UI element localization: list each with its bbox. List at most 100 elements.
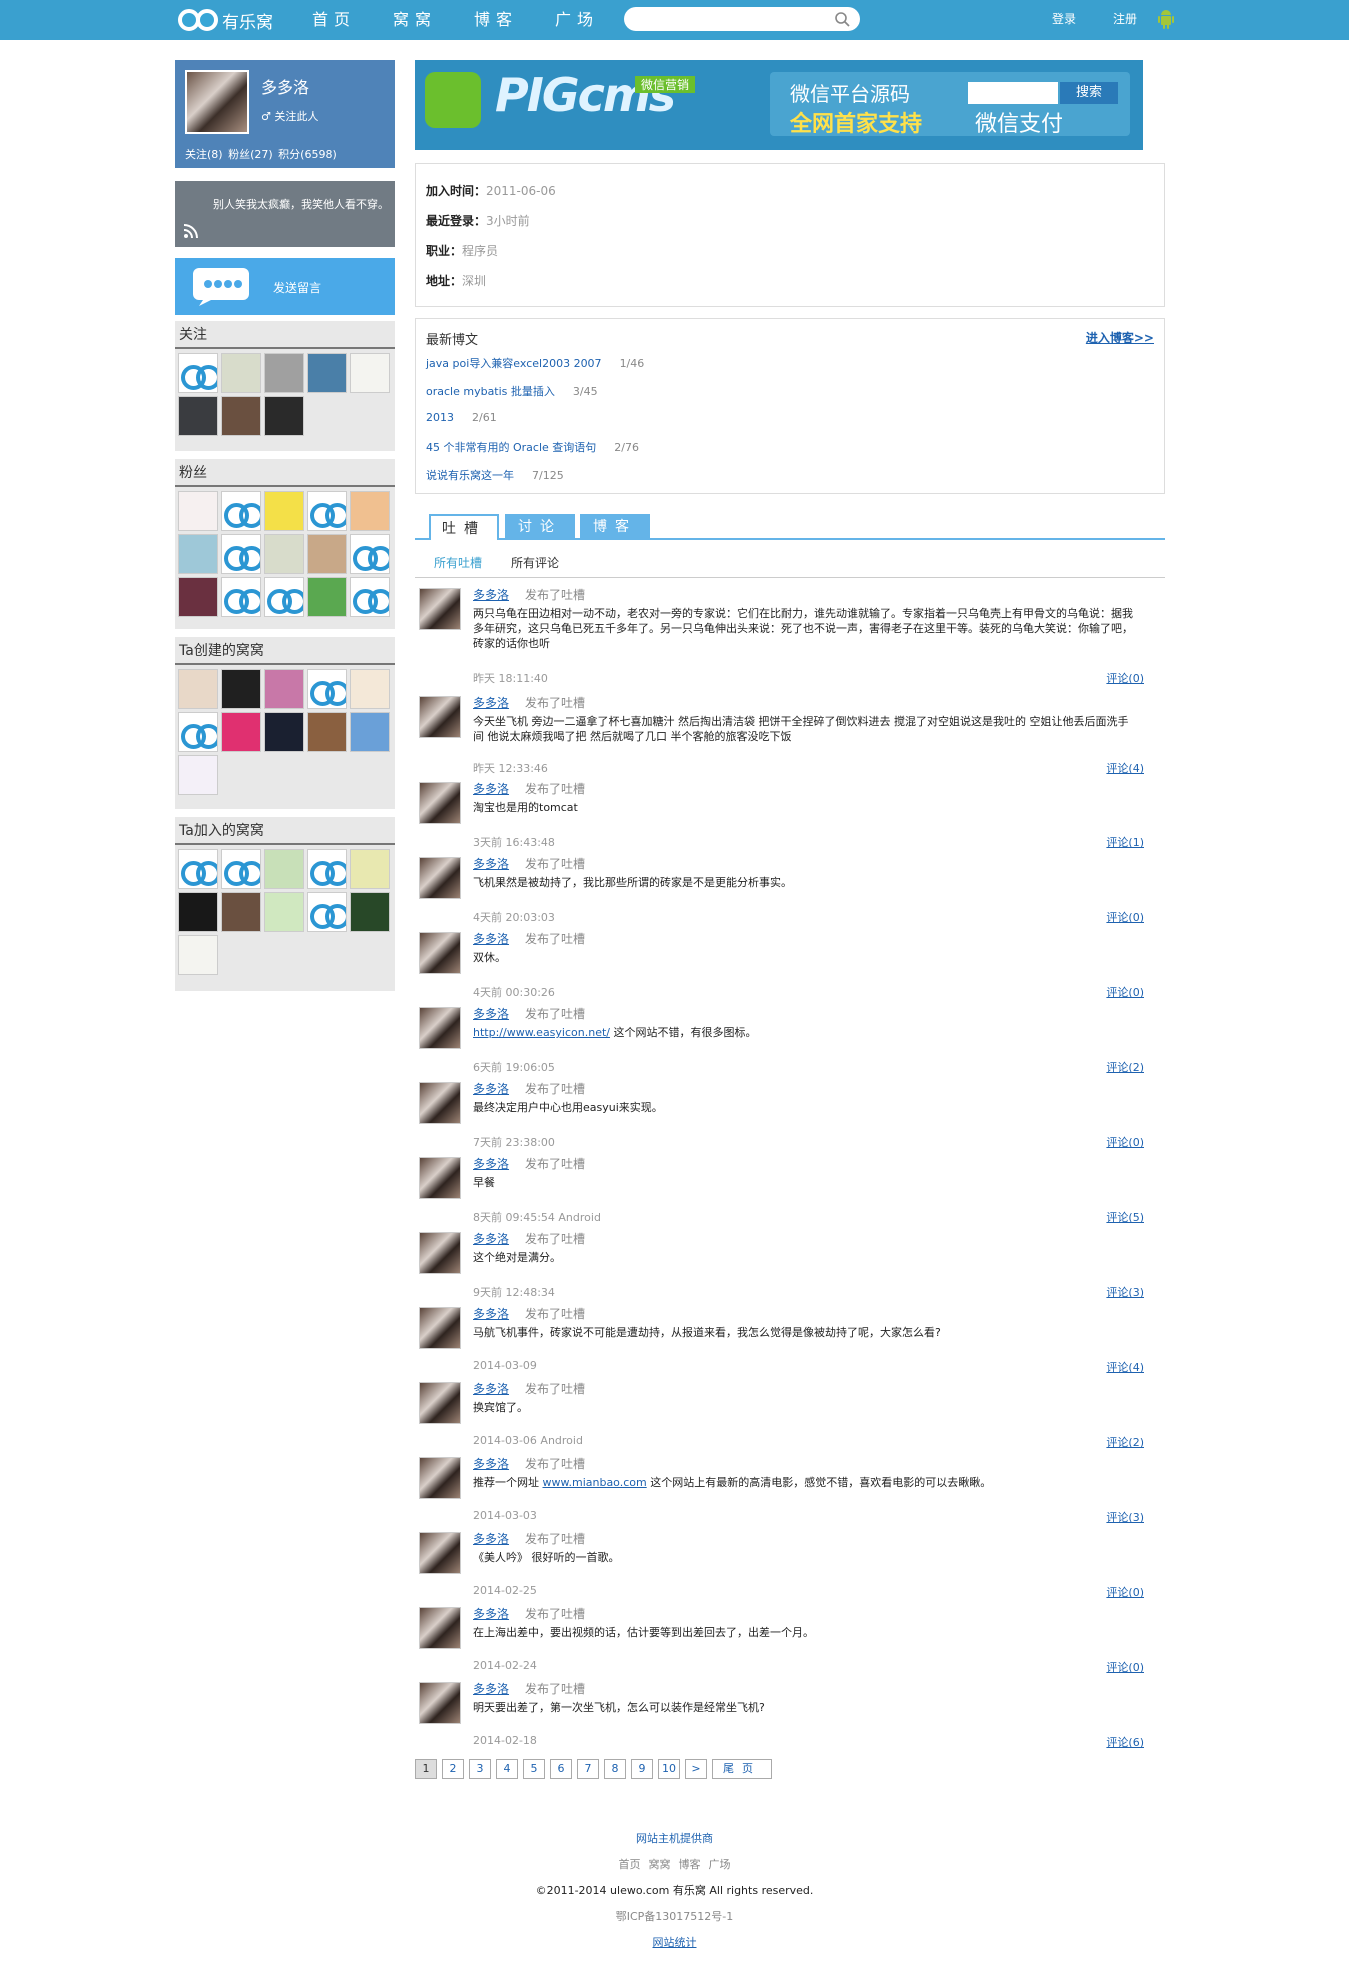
group-thumb[interactable] [221,712,261,752]
blog-post-link[interactable]: java poi导入兼容excel2003 2007 [426,357,602,370]
blog-post-link[interactable]: oracle mybatis 批量插入 [426,385,555,398]
avatar[interactable] [419,1607,461,1649]
avatar[interactable] [419,782,461,824]
search-icon[interactable] [834,11,850,27]
following-thumb[interactable] [221,396,261,436]
page-button[interactable]: 9 [631,1759,653,1779]
feed-author[interactable]: 多多洛 [473,1530,509,1547]
banner-search-button[interactable]: 搜索 [1060,82,1118,104]
banner-search-input[interactable] [968,82,1058,104]
nav-home[interactable]: 首页 [312,0,393,40]
subtab-all-tucao[interactable]: 所有吐槽 [434,554,482,571]
joined-thumb[interactable] [264,892,304,932]
comment-link[interactable]: 评论(6) [1106,1734,1144,1750]
footer-link-home[interactable]: 首页 [619,1858,641,1871]
following-thumb[interactable] [221,353,261,393]
fan-thumb[interactable] [307,491,347,531]
comment-link[interactable]: 评论(4) [1106,760,1144,776]
fan-thumb[interactable] [264,491,304,531]
following-thumb[interactable] [178,396,218,436]
comment-link[interactable]: 评论(0) [1106,1134,1144,1150]
joined-thumb[interactable] [350,849,390,889]
group-thumb[interactable] [264,669,304,709]
host-provider-link[interactable]: 网站主机提供商 [0,1830,1349,1846]
feed-author[interactable]: 多多洛 [473,1005,509,1022]
joined-thumb[interactable] [221,892,261,932]
avatar[interactable] [419,696,461,738]
following-thumb[interactable] [264,396,304,436]
comment-link[interactable]: 评论(0) [1106,1659,1144,1675]
send-message-button[interactable]: 发送留言 [175,258,395,315]
joined-thumb[interactable] [178,892,218,932]
avatar[interactable] [185,70,249,134]
avatar[interactable] [419,857,461,899]
follow-button[interactable]: ♂ 关注此人 [261,108,318,124]
fan-thumb[interactable] [178,534,218,574]
profile-name[interactable]: 多多洛 [261,74,309,98]
fan-thumb[interactable] [307,577,347,617]
fan-thumb[interactable] [178,491,218,531]
feed-author[interactable]: 多多洛 [473,694,509,711]
comment-link[interactable]: 评论(1) [1106,834,1144,850]
page-button[interactable]: 8 [604,1759,626,1779]
group-thumb[interactable] [221,669,261,709]
comment-link[interactable]: 评论(3) [1106,1284,1144,1300]
page-button[interactable]: 3 [469,1759,491,1779]
comment-link[interactable]: 评论(5) [1106,1209,1144,1225]
comment-link[interactable]: 评论(3) [1106,1509,1144,1525]
fan-thumb[interactable] [221,491,261,531]
nav-wowo[interactable]: 窝窝 [393,0,474,40]
fan-thumb[interactable] [221,534,261,574]
subtab-all-comments[interactable]: 所有评论 [511,554,559,571]
fan-thumb[interactable] [178,577,218,617]
blog-post-link[interactable]: 2013 [426,411,454,424]
tab-tucao[interactable]: 吐槽 [429,514,499,540]
feed-author[interactable]: 多多洛 [473,1230,509,1247]
avatar[interactable] [419,1532,461,1574]
page-button[interactable]: 7 [577,1759,599,1779]
group-thumb[interactable] [307,669,347,709]
avatar[interactable] [419,932,461,974]
avatar[interactable] [419,1307,461,1349]
joined-thumb[interactable] [178,849,218,889]
profile-stats[interactable]: 关注(8) 粉丝(27) 积分(6598) [185,146,337,162]
login-link[interactable]: 登录 [1052,10,1076,27]
enter-blog-link[interactable]: 进入博客>> [1086,329,1154,346]
joined-thumb[interactable] [307,892,347,932]
tab-discuss[interactable]: 讨论 [505,514,575,540]
feed-author[interactable]: 多多洛 [473,1380,509,1397]
site-stats-link[interactable]: 网站统计 [0,1934,1349,1950]
register-link[interactable]: 注册 [1113,10,1137,27]
comment-link[interactable]: 评论(0) [1106,909,1144,925]
fan-thumb[interactable] [350,534,390,574]
comment-link[interactable]: 评论(0) [1106,984,1144,1000]
joined-thumb[interactable] [307,849,347,889]
comment-link[interactable]: 评论(0) [1106,670,1144,686]
following-thumb[interactable] [307,353,347,393]
footer-link-blog[interactable]: 博客 [679,1858,701,1871]
feed-link[interactable]: www.mianbao.com [543,1476,647,1489]
avatar[interactable] [419,1457,461,1499]
page-button[interactable]: 2 [442,1759,464,1779]
feed-author[interactable]: 多多洛 [473,855,509,872]
feed-author[interactable]: 多多洛 [473,780,509,797]
page-button[interactable]: 1 [415,1759,437,1779]
feed-author[interactable]: 多多洛 [473,1605,509,1622]
blog-post-link[interactable]: 45 个非常有用的 Oracle 查询语句 [426,441,596,454]
avatar[interactable] [419,1682,461,1724]
group-thumb[interactable] [178,755,218,795]
fan-thumb[interactable] [221,577,261,617]
group-thumb[interactable] [264,712,304,752]
blog-post-link[interactable]: 说说有乐窝这一年 [426,469,514,482]
following-thumb[interactable] [178,353,218,393]
page-button[interactable]: 6 [550,1759,572,1779]
avatar[interactable] [419,1082,461,1124]
feed-author[interactable]: 多多洛 [473,586,509,603]
group-thumb[interactable] [178,712,218,752]
page-button[interactable]: 10 [658,1759,680,1779]
tab-blog[interactable]: 博客 [580,514,650,540]
following-thumb[interactable] [350,353,390,393]
avatar[interactable] [419,1157,461,1199]
avatar[interactable] [419,588,461,630]
joined-thumb[interactable] [350,892,390,932]
